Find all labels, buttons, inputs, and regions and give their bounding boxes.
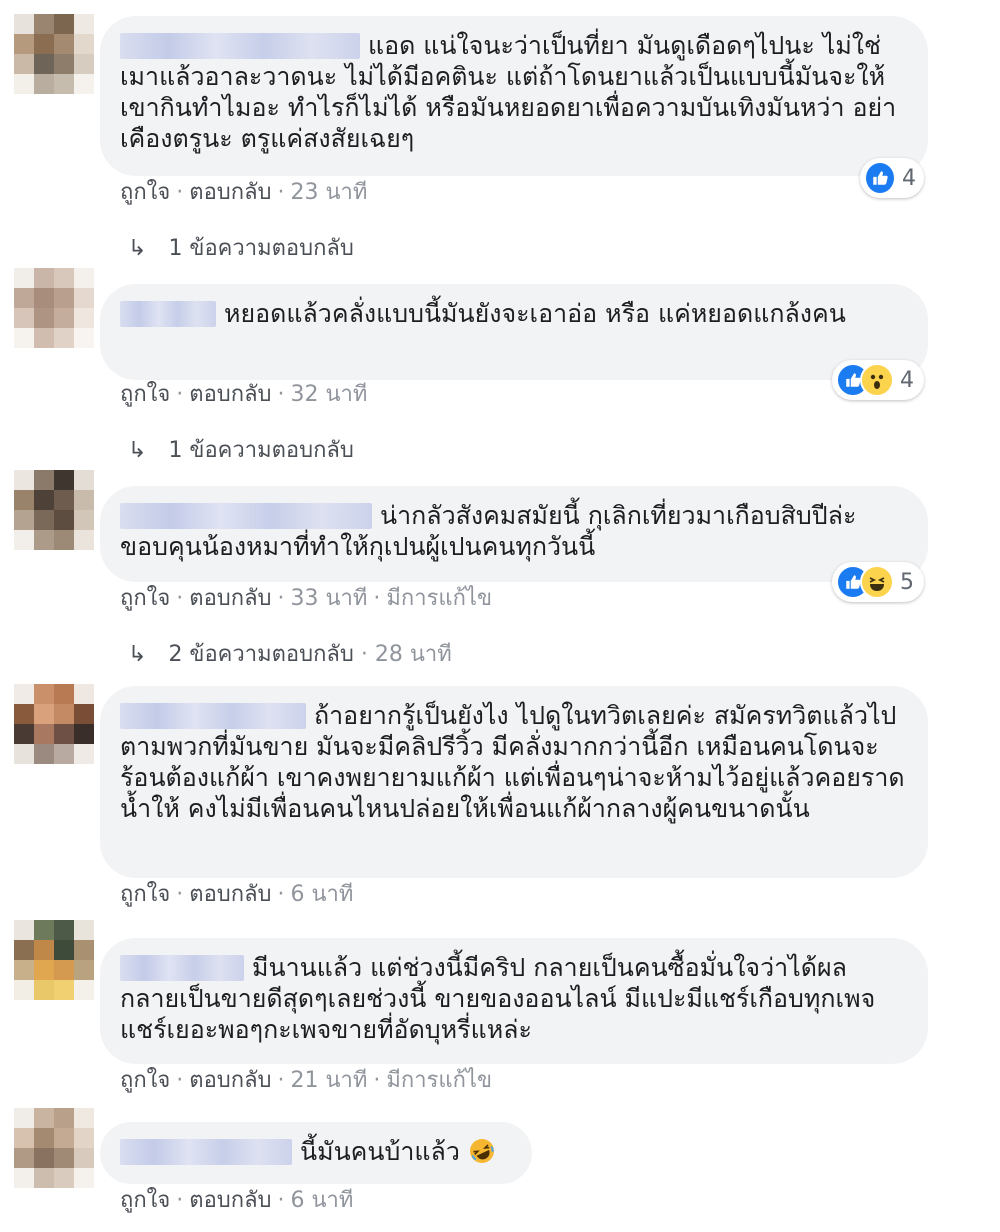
replies-count[interactable]: 1 ข้อความตอบกลับ xyxy=(168,438,353,463)
reply-link[interactable]: ตอบกลับ xyxy=(189,1068,271,1093)
avatar[interactable] xyxy=(14,1108,94,1188)
timestamp[interactable]: 23 นาที xyxy=(291,180,368,205)
comment-bubble: น่ากลัวสังคมสมัยนี้ กุเลิกเที่ยวมาเกือบส… xyxy=(100,486,928,582)
reply-link[interactable]: ตอบกลับ xyxy=(189,1188,271,1213)
comment-actions: ถูกใจ · ตอบกลับ · 23 นาที xyxy=(120,178,367,208)
separator: · xyxy=(277,180,285,205)
like-link[interactable]: ถูกใจ xyxy=(120,180,170,205)
rolling-laughing-emoji-icon xyxy=(469,1139,494,1163)
edited-label[interactable]: มีการแก้ไข xyxy=(386,1068,492,1093)
timestamp[interactable]: 33 นาที xyxy=(291,586,368,611)
author-name[interactable] xyxy=(120,703,306,729)
timestamp[interactable]: 6 นาที xyxy=(291,882,354,907)
separator: · xyxy=(277,1068,285,1093)
view-replies-link[interactable]: ↳ 1 ข้อความตอบกลับ xyxy=(128,234,354,264)
comment-actions: ถูกใจ · ตอบกลับ · 32 นาที xyxy=(120,380,367,410)
avatar[interactable] xyxy=(14,470,94,550)
replies-timestamp: 28 นาที xyxy=(374,642,452,667)
wow-icon xyxy=(860,363,894,397)
reactions-summary[interactable]: 5 xyxy=(832,562,924,602)
view-replies-link[interactable]: ↳ 2 ข้อความตอบกลับ · 28 นาที xyxy=(128,640,452,670)
author-name[interactable] xyxy=(120,955,244,981)
view-replies-link[interactable]: ↳ 1 ข้อความตอบกลับ xyxy=(128,436,354,466)
reaction-count: 4 xyxy=(902,165,916,191)
separator: · xyxy=(176,1188,184,1213)
comment-actions: ถูกใจ · ตอบกลับ · 21 นาที · มีการแก้ไข xyxy=(120,1066,492,1096)
timestamp[interactable]: 6 นาที xyxy=(291,1188,354,1213)
separator: · xyxy=(277,882,285,907)
separator: · xyxy=(373,1068,381,1093)
timestamp[interactable]: 32 นาที xyxy=(291,382,368,407)
comment-text: นี้มันคนบ้าแล้ว xyxy=(300,1137,460,1166)
reaction-count: 5 xyxy=(900,569,914,595)
separator: · xyxy=(176,586,184,611)
reactions-summary[interactable]: 4 xyxy=(832,360,924,400)
reply-arrow-icon: ↳ xyxy=(128,642,147,667)
comment-bubble: หยอดแล้วคลั่งแบบนี้มันยังจะเอาอ่อ หรือ แ… xyxy=(100,284,928,380)
like-link[interactable]: ถูกใจ xyxy=(120,1068,170,1093)
comment-bubble: มีนานแล้ว แต่ช่วงนี้มีคริป กลายเป็นคนซื้… xyxy=(100,938,928,1064)
comment-bubble: ถ้าอยากรู้เป็นยังไง ไปดูในทวิตเลยค่ะ สมั… xyxy=(100,686,928,878)
reaction-count: 4 xyxy=(900,367,914,393)
like-link[interactable]: ถูกใจ xyxy=(120,1188,170,1213)
like-link[interactable]: ถูกใจ xyxy=(120,882,170,907)
reply-link[interactable]: ตอบกลับ xyxy=(189,882,271,907)
replies-count[interactable]: 1 ข้อความตอบกลับ xyxy=(168,236,353,261)
comment-bubble: นี้มันคนบ้าแล้ว xyxy=(100,1122,532,1184)
separator: · xyxy=(373,586,381,611)
separator: · xyxy=(176,180,184,205)
comment-actions: ถูกใจ · ตอบกลับ · 33 นาที · มีการแก้ไข xyxy=(120,584,492,614)
author-name[interactable] xyxy=(120,33,360,59)
avatar[interactable] xyxy=(14,14,94,94)
reactions-summary[interactable]: 4 xyxy=(860,158,924,198)
like-icon xyxy=(864,161,896,195)
like-link[interactable]: ถูกใจ xyxy=(120,586,170,611)
reply-arrow-icon: ↳ xyxy=(128,438,147,463)
author-name[interactable] xyxy=(120,301,216,327)
separator: · xyxy=(277,1188,285,1213)
haha-icon xyxy=(860,565,894,599)
separator: · xyxy=(353,642,375,667)
comment-actions: ถูกใจ · ตอบกลับ · 6 นาที xyxy=(120,1186,353,1216)
like-link[interactable]: ถูกใจ xyxy=(120,382,170,407)
avatar[interactable] xyxy=(14,920,94,1000)
separator: · xyxy=(176,882,184,907)
comment-text: หยอดแล้วคลั่งแบบนี้มันยังจะเอาอ่อ หรือ แ… xyxy=(224,299,846,328)
author-name[interactable] xyxy=(120,1139,292,1165)
separator: · xyxy=(176,382,184,407)
replies-count[interactable]: 2 ข้อความตอบกลับ xyxy=(168,642,353,667)
reply-link[interactable]: ตอบกลับ xyxy=(189,586,271,611)
reply-link[interactable]: ตอบกลับ xyxy=(189,382,271,407)
reply-arrow-icon: ↳ xyxy=(128,236,147,261)
reply-link[interactable]: ตอบกลับ xyxy=(189,180,271,205)
edited-label[interactable]: มีการแก้ไข xyxy=(386,586,492,611)
comment-actions: ถูกใจ · ตอบกลับ · 6 นาที xyxy=(120,880,353,910)
timestamp[interactable]: 21 นาที xyxy=(291,1068,368,1093)
avatar[interactable] xyxy=(14,268,94,348)
comment-bubble: แอด แน่ใจนะว่าเป็นที่ยา มันดูเดือดๆไปนะ … xyxy=(100,16,928,176)
author-name[interactable] xyxy=(120,503,372,529)
avatar[interactable] xyxy=(14,684,94,764)
separator: · xyxy=(277,586,285,611)
separator: · xyxy=(176,1068,184,1093)
separator: · xyxy=(277,382,285,407)
